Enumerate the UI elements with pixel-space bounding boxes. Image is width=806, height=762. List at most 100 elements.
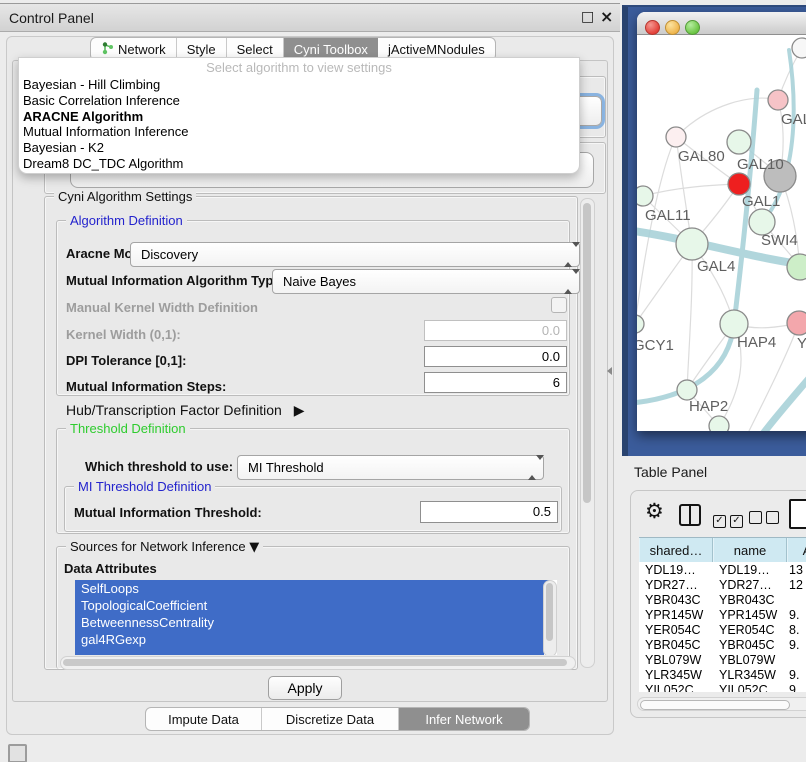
node[interactable] [728,173,750,195]
network-window[interactable]: GALGAL80GAL10GAL1GAL11SWI4GAL4GCY1HAP4YH… [637,12,806,431]
table-row[interactable]: YBL079WYBL079W [639,652,806,667]
node[interactable] [787,311,806,335]
algorithm-option[interactable]: Bayesian - Hill Climbing [19,77,579,93]
table-header-row: shared… name A [639,537,806,563]
data-attributes-list[interactable]: SelfLoopsTopologicalCoefficientBetweenne… [75,580,557,655]
table-cell: YDL19… [713,563,787,577]
node[interactable] [768,90,788,110]
sources-title[interactable]: Sources for Network Inference ▼ [66,539,263,555]
tab-infer-network[interactable]: Infer Network [399,708,529,730]
gear-icon[interactable]: ⚙ [645,499,664,523]
table-cell: YIL052C [713,683,787,693]
table-cell: YER054C [639,623,713,637]
data-attribute-item[interactable]: gal4RGexp [75,631,550,648]
algorithm-definition-title: Algorithm Definition [66,213,187,228]
node-label: SWI4 [761,232,798,249]
table-row[interactable]: YDR27…YDR27…12 [639,577,806,592]
column-header-name[interactable]: name [713,538,787,562]
algorithm-option[interactable]: Bayesian - K2 [19,140,579,156]
stepper-icon [528,460,538,475]
import-table-icon[interactable] [789,499,806,529]
table-cell: YDR27… [639,578,713,592]
node[interactable] [637,315,644,333]
manual-kernel-label: Manual Kernel Width Definition [66,300,258,315]
window-minimize-icon[interactable] [665,20,680,35]
node[interactable] [787,254,806,280]
panel-splitter-arrow[interactable] [607,367,612,375]
tab-discretize-data[interactable]: Discretize Data [262,708,399,730]
aracne-mode-select[interactable]: Discovery [130,242,580,267]
table-panel-body: ⚙ ✓✓ shared… name A YDL19…YDL19…13YDR27…… [630,490,806,718]
mi-type-select[interactable]: Naive Bayes [272,269,580,294]
attributes-scrollbar[interactable] [543,580,557,655]
kernel-width-label: Kernel Width (0,1): [66,327,181,342]
node[interactable] [792,38,806,58]
node[interactable] [677,380,697,400]
which-threshold-label: Which threshold to use: [85,459,233,474]
window-close-icon[interactable] [645,20,660,35]
select-all-icon[interactable]: ✓✓ [713,511,747,528]
column-header-partial[interactable]: A [787,538,806,562]
table-row[interactable]: YER054CYER054C8. [639,622,806,637]
node[interactable] [727,130,751,154]
network-window-titlebar[interactable] [637,12,806,35]
table-row[interactable]: YBR045CYBR045C9. [639,637,806,652]
network-graph[interactable]: GALGAL80GAL10GAL1GAL11SWI4GAL4GCY1HAP4YH… [637,35,806,431]
kernel-width-field[interactable]: 0.0 [424,320,567,341]
algorithm-option[interactable]: Dream8 DC_TDC Algorithm [19,156,579,172]
node-label: GAL80 [678,148,725,165]
float-window-icon[interactable]: □ [581,9,594,25]
node[interactable] [637,186,653,206]
settings-horizontal-scrollbar[interactable] [60,656,576,670]
network-canvas[interactable]: GALGAL80GAL10GAL1GAL11SWI4GAL4GCY1HAP4YH… [637,35,806,431]
table-horizontal-scrollbar[interactable] [637,697,806,711]
which-threshold-select[interactable]: MI Threshold [237,455,544,480]
settings-scrollbar-thumb[interactable] [583,203,591,503]
data-attribute-item[interactable]: TopologicalCoefficient [75,597,550,614]
node[interactable] [709,416,729,431]
tab-select-label: Select [237,42,273,57]
hub-definition-toggle[interactable]: Hub/Transcription Factor Definition ▶ [66,402,304,419]
column-header-shared[interactable]: shared… [639,538,713,562]
algorithm-option[interactable]: ARACNE Algorithm [19,109,579,125]
mi-steps-label: Mutual Information Steps: [66,379,226,394]
columns-icon[interactable] [679,504,701,526]
algorithm-option[interactable]: Mutual Information Inference [19,124,579,140]
window-zoom-icon[interactable] [685,20,700,35]
mi-type-value: Naive Bayes [283,274,356,289]
apply-button[interactable]: Apply [268,676,342,700]
settings-hscrollbar-thumb[interactable] [63,659,567,666]
node-label: GAL4 [697,258,735,275]
table-row[interactable]: YBR043CYBR043C [639,592,806,607]
node[interactable] [666,127,686,147]
tab-impute-data[interactable]: Impute Data [146,708,262,730]
mi-steps-field[interactable]: 6 [424,372,567,393]
table-body[interactable]: YDL19…YDL19…13YDR27…YDR27…12YBR043CYBR04… [639,562,806,692]
table-cell: 9. [787,683,806,693]
table-row[interactable]: YPR145WYPR145W9. [639,607,806,622]
dpi-tolerance-field[interactable]: 0.0 [424,346,567,367]
algorithm-option[interactable]: Basic Correlation Inference [19,93,579,109]
node-label: GAL10 [737,156,784,173]
deselect-all-icon[interactable] [749,511,783,527]
node[interactable] [676,228,708,260]
table-cell: YBR043C [639,593,713,607]
table-row[interactable]: YLR345WYLR345W9. [639,667,806,682]
table-row[interactable]: YDL19…YDL19…13 [639,562,806,577]
mi-threshold-group-title: MI Threshold Definition [74,479,215,494]
data-attribute-item[interactable]: BetweennessCentrality [75,614,550,631]
data-attribute-item[interactable]: SelfLoops [75,580,550,597]
which-threshold-value: MI Threshold [248,460,324,475]
table-hscrollbar-thumb[interactable] [640,700,790,710]
table-cell: YPR145W [639,608,713,622]
table-cell: YLR345W [713,668,787,682]
attributes-scrollbar-thumb[interactable] [546,583,553,641]
node-label: GAL [781,111,806,128]
table-row[interactable]: YIL052CYIL052C9. [639,682,806,692]
close-icon[interactable]: × [600,7,613,26]
manual-kernel-checkbox[interactable] [551,297,567,313]
docked-panel-icon[interactable] [8,744,27,762]
settings-vertical-scrollbar[interactable] [580,198,595,668]
mi-threshold-field[interactable]: 0.5 [420,501,558,523]
network-view-panel[interactable]: GALGAL80GAL10GAL1GAL11SWI4GAL4GCY1HAP4YH… [622,5,806,456]
